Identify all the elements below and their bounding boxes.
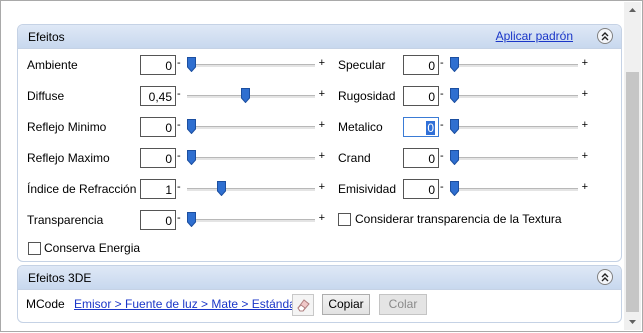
emisividad-slider[interactable]: - + <box>440 181 588 197</box>
param-label-rugosidad: Rugosidad <box>338 89 396 103</box>
param-label-ambiente: Ambiente <box>27 58 78 72</box>
slider-thumb[interactable] <box>241 88 250 103</box>
transparencia-input[interactable]: 0 <box>140 210 176 230</box>
crand-slider[interactable]: - + <box>440 150 588 166</box>
texture-transparency-label[interactable]: Considerar transparencia de la Textura <box>355 212 562 226</box>
param-label-crand: Crand <box>338 151 371 165</box>
rugosidad-slider[interactable]: - + <box>440 88 588 104</box>
slider-thumb[interactable] <box>450 88 459 103</box>
conserva-energia-checkbox[interactable] <box>28 242 41 255</box>
slider-thumb[interactable] <box>187 212 196 227</box>
eraser-icon <box>297 299 310 312</box>
conserva-energia-label[interactable]: Conserva Energia <box>44 241 140 255</box>
properties-window: Efeitos Aplicar padrón Ambiente 0 - + Di… <box>0 0 643 332</box>
vertical-scrollbar[interactable] <box>624 2 641 330</box>
slider-thumb[interactable] <box>217 181 226 196</box>
chevron-up-double-icon[interactable] <box>597 269 613 285</box>
specular-slider[interactable]: - + <box>440 57 588 73</box>
param-label-transparencia: Transparencia <box>27 213 104 227</box>
param-label-indice-refraccion: Índice de Refracción <box>27 182 137 196</box>
transparencia-slider[interactable]: - + <box>177 212 325 228</box>
specular-input[interactable]: 0 <box>403 55 439 75</box>
reflejo-minimo-slider[interactable]: - + <box>177 119 325 135</box>
paste-button[interactable]: Colar <box>379 294 427 315</box>
metalico-slider[interactable]: - + <box>440 119 588 135</box>
reflejo-maximo-input[interactable]: 0 <box>140 148 176 168</box>
param-label-specular: Specular <box>338 58 386 72</box>
scrollbar-thumb[interactable] <box>626 72 639 312</box>
efeitos-3de-panel: Efeitos 3DE MCode Emisor > Fuente de luz… <box>17 265 622 323</box>
slider-thumb[interactable] <box>450 119 459 134</box>
reflejo-maximo-slider[interactable]: - + <box>177 150 325 166</box>
efeitos-panel: Efeitos Aplicar padrón Ambiente 0 - + Di… <box>17 24 622 262</box>
param-label-emisividad: Emisividad <box>338 182 397 196</box>
copy-button[interactable]: Copiar <box>322 294 370 315</box>
texture-transparency-checkbox[interactable] <box>338 213 351 226</box>
apply-default-link[interactable]: Aplicar padrón <box>496 29 573 43</box>
efeitos-panel-title: Efeitos <box>28 30 65 44</box>
efeitos-3de-panel-title: Efeitos 3DE <box>28 271 92 285</box>
ambiente-slider[interactable]: - + <box>177 57 325 73</box>
emisividad-input[interactable]: 0 <box>403 179 439 199</box>
ambiente-input[interactable]: 0 <box>140 55 176 75</box>
efeitos-3de-panel-header[interactable]: Efeitos 3DE <box>18 266 621 290</box>
indice-refraccion-input[interactable]: 1 <box>140 179 176 199</box>
slider-thumb[interactable] <box>187 150 196 165</box>
diffuse-slider[interactable]: - + <box>177 88 325 104</box>
mcode-path-link[interactable]: Emisor > Fuente de luz > Mate > Estándar <box>74 297 300 311</box>
indice-refraccion-slider[interactable]: - + <box>177 181 325 197</box>
scroll-up-arrow-icon[interactable] <box>624 2 641 19</box>
crand-input[interactable]: 0 <box>403 148 439 168</box>
efeitos-panel-header[interactable]: Efeitos Aplicar padrón <box>18 25 621 49</box>
eraser-button[interactable] <box>292 294 314 316</box>
chevron-up-double-icon[interactable] <box>597 28 613 44</box>
slider-thumb[interactable] <box>187 119 196 134</box>
reflejo-minimo-input[interactable]: 0 <box>140 117 176 137</box>
slider-thumb[interactable] <box>187 57 196 72</box>
param-label-diffuse: Diffuse <box>27 89 65 103</box>
param-label-reflejo-minimo: Reflejo Minimo <box>27 120 107 134</box>
mcode-label: MCode <box>26 297 65 311</box>
param-label-metalico: Metalico <box>338 120 383 134</box>
metalico-input[interactable]: 0 <box>403 117 439 137</box>
scroll-down-arrow-icon[interactable] <box>624 313 641 330</box>
rugosidad-input[interactable]: 0 <box>403 86 439 106</box>
slider-thumb[interactable] <box>450 181 459 196</box>
slider-thumb[interactable] <box>450 150 459 165</box>
diffuse-input[interactable]: 0,45 <box>140 86 176 106</box>
slider-thumb[interactable] <box>450 57 459 72</box>
param-label-reflejo-maximo: Reflejo Maximo <box>27 151 110 165</box>
